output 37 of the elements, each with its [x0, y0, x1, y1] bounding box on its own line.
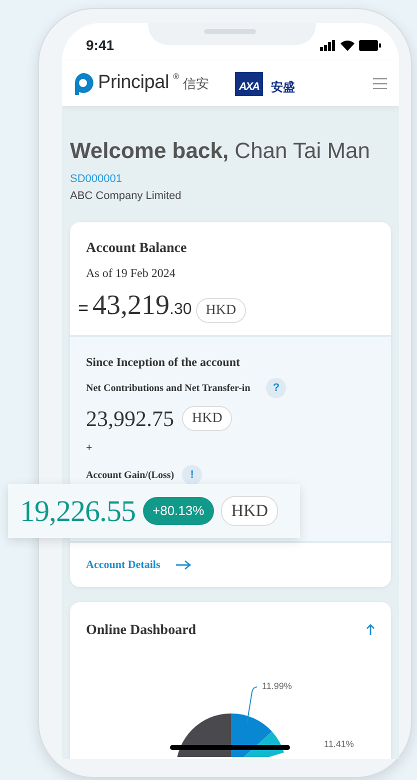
field-label: Account Gain/(Loss)	[86, 468, 174, 482]
currency-tag: HKD	[221, 496, 278, 526]
section-title: Since Inception of the account	[86, 354, 241, 371]
scheme-id: SD000001	[70, 172, 123, 187]
status-time: 9:41	[86, 36, 114, 54]
wifi-icon	[340, 40, 355, 50]
trademark-mark: ®	[173, 71, 179, 84]
info-button[interactable]: !	[182, 465, 202, 485]
section-title: Account Balance	[86, 240, 188, 258]
battery-icon	[359, 40, 381, 50]
currency-tag: HKD	[196, 298, 246, 323]
company-name: ABC Company Limited	[70, 188, 182, 204]
help-button[interactable]: ?	[266, 378, 286, 398]
principal-logo-icon	[72, 72, 94, 96]
balance-amount: 43,219.30	[92, 289, 192, 323]
slice-label: 11.41%	[324, 738, 354, 751]
brand-name: Principal	[98, 71, 170, 96]
menu-icon[interactable]	[373, 78, 387, 89]
account-details-link[interactable]: Account Details	[86, 556, 192, 574]
contribution-amount: 23,992.75	[86, 405, 174, 433]
signal-icon	[320, 40, 336, 50]
brand-chinese-name: 信安	[182, 74, 209, 93]
slice-label: 11.99%	[262, 680, 292, 693]
leader-line	[246, 686, 258, 724]
section-title: Online Dashboard	[86, 622, 196, 640]
partner-chinese-name: 安盛	[270, 78, 295, 96]
gain-percentage-badge: +80.13%	[142, 497, 214, 525]
equals-sign: =	[78, 297, 89, 320]
plus-sign: +	[86, 441, 92, 456]
currency-tag: HKD	[182, 406, 232, 431]
as-of-date: As of 19 Feb 2024	[86, 265, 176, 282]
gain-amount: 19,226.55	[20, 494, 136, 530]
field-label: Net Contributions and Net Transfer-in	[86, 382, 250, 396]
welcome-heading: Welcome back, Chan Tai Man	[70, 137, 372, 165]
partner-logo: AXA	[234, 72, 263, 96]
collapse-arrow-icon[interactable]	[366, 624, 375, 636]
right-arrow-icon	[176, 560, 192, 570]
